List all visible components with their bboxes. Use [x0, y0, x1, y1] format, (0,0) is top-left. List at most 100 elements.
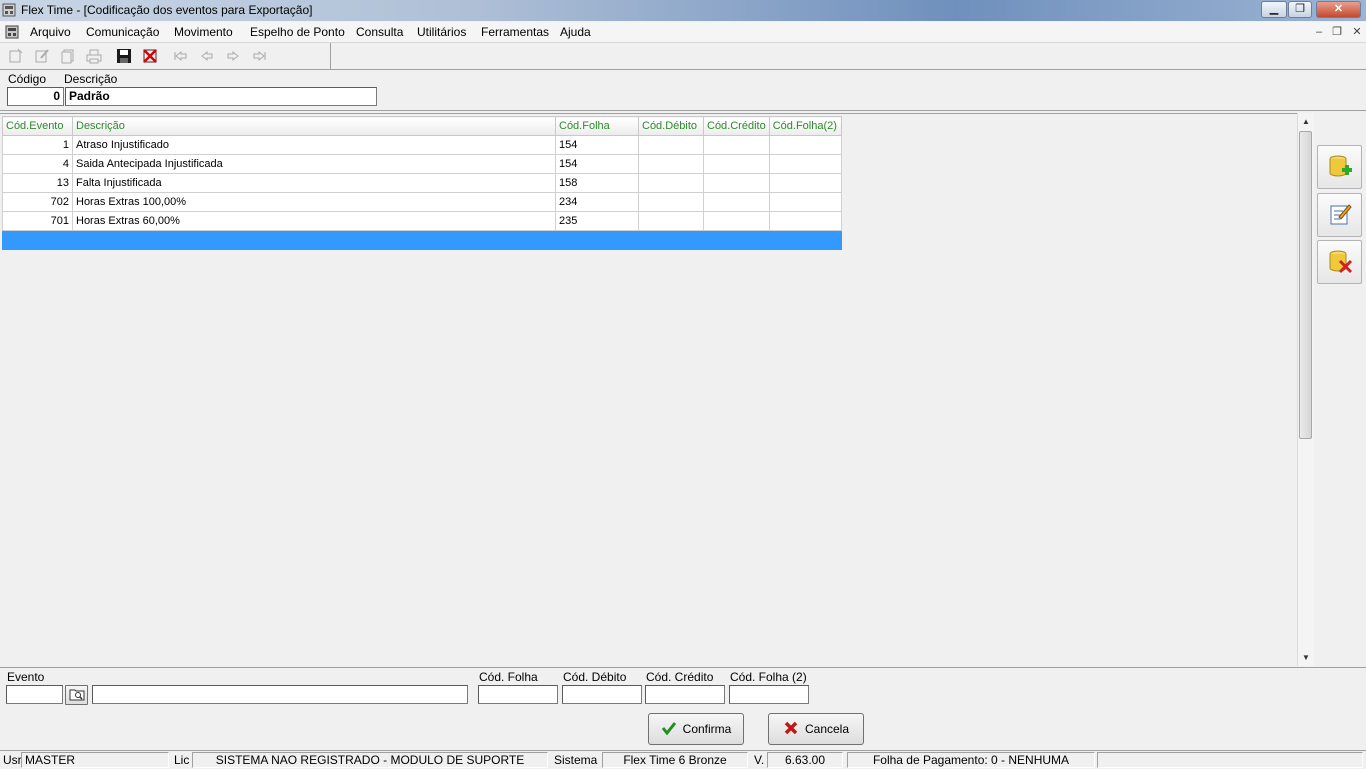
- cell-cod-credito: [703, 135, 770, 155]
- cell-cod-credito: [703, 230, 770, 250]
- cell-cod-evento: [2, 230, 73, 250]
- cell-descricao: Falta Injustificada: [72, 173, 556, 193]
- grid-vertical-scrollbar[interactable]: ▲ ▼: [1297, 113, 1314, 666]
- mdi-child-icon[interactable]: [4, 24, 20, 40]
- menu-ferramentas[interactable]: Ferramentas: [481, 25, 549, 39]
- cod-folha2-input[interactable]: [729, 685, 809, 704]
- cell-cod-debito: [638, 211, 704, 231]
- edit-record-button[interactable]: [1317, 193, 1362, 237]
- cod-folha-label: Cód. Folha: [479, 670, 538, 684]
- close-button[interactable]: ✕: [1316, 1, 1361, 18]
- next-icon[interactable]: [223, 46, 243, 66]
- app-icon[interactable]: [2, 3, 16, 17]
- status-usr-value: MASTER: [21, 752, 169, 768]
- first-icon[interactable]: [171, 46, 191, 66]
- column-cod-folha-2[interactable]: Cód.Folha(2): [768, 116, 842, 136]
- cell-cod-debito: [638, 173, 704, 193]
- cod-folha2-label: Cód. Folha (2): [730, 670, 807, 684]
- confirma-label: Confirma: [682, 722, 732, 736]
- cancela-button[interactable]: Cancela: [768, 713, 864, 745]
- mdi-close-button[interactable]: ✕: [1348, 24, 1366, 41]
- column-cod-evento[interactable]: Cód.Evento: [2, 116, 73, 136]
- cell-cod-credito: [703, 211, 770, 231]
- add-database-icon: [1327, 153, 1353, 182]
- column-descricao[interactable]: Descrição: [72, 116, 556, 136]
- cell-cod-folha-2: [768, 173, 842, 193]
- menu-movimento[interactable]: Movimento: [174, 25, 233, 39]
- table-row[interactable]: 701 Horas Extras 60,00% 235: [2, 211, 842, 231]
- column-cod-credito[interactable]: Cód.Crédito: [703, 116, 770, 136]
- mdi-minimize-button[interactable]: –: [1310, 24, 1328, 41]
- cell-cod-debito: [638, 154, 704, 174]
- cell-cod-evento: 4: [2, 154, 73, 174]
- toolbar: [0, 43, 1366, 70]
- cod-debito-label: Cód. Débito: [563, 670, 627, 684]
- menu-comunicacao[interactable]: Comunicação: [86, 25, 159, 39]
- cell-descricao: Atraso Injustificado: [72, 135, 556, 155]
- cell-descricao: Saida Antecipada Injustificada: [72, 154, 556, 174]
- status-usr-label: Usr: [3, 753, 22, 767]
- events-grid[interactable]: Cód.Evento Descrição Cód.Folha Cód.Débit…: [0, 113, 1313, 668]
- copy-record-icon[interactable]: [58, 46, 78, 66]
- menu-bar: Arquivo Comunicação Movimento Espelho de…: [0, 22, 1366, 43]
- menu-ajuda[interactable]: Ajuda: [560, 25, 591, 39]
- table-row-selected[interactable]: [2, 230, 842, 250]
- table-row[interactable]: 13 Falta Injustificada 158: [2, 173, 842, 193]
- table-row[interactable]: 4 Saida Antecipada Injustificada 154: [2, 154, 842, 174]
- delete-icon[interactable]: [140, 46, 160, 66]
- menu-utilitarios[interactable]: Utilitários: [417, 25, 466, 39]
- add-record-button[interactable]: [1317, 145, 1362, 189]
- cell-cod-credito: [703, 173, 770, 193]
- mdi-restore-button[interactable]: ❐: [1328, 24, 1346, 41]
- evento-code-input[interactable]: [6, 685, 63, 704]
- cell-cod-debito: [638, 192, 704, 212]
- cod-debito-input[interactable]: [562, 685, 642, 704]
- previous-icon[interactable]: [197, 46, 217, 66]
- evento-description-input[interactable]: [92, 685, 468, 704]
- events-table: Cód.Evento Descrição Cód.Folha Cód.Débit…: [2, 116, 842, 250]
- cell-cod-folha: 235: [555, 211, 639, 231]
- menu-espelho-de-ponto[interactable]: Espelho de Ponto: [250, 25, 345, 39]
- menu-consulta[interactable]: Consulta: [356, 25, 403, 39]
- cell-descricao: Horas Extras 60,00%: [72, 211, 556, 231]
- save-icon[interactable]: [114, 46, 134, 66]
- cell-cod-folha: [555, 230, 639, 250]
- table-row[interactable]: 702 Horas Extras 100,00% 234: [2, 192, 842, 212]
- menu-arquivo[interactable]: Arquivo: [30, 25, 71, 39]
- status-folha-value: Folha de Pagamento: 0 - NENHUMA: [847, 752, 1095, 768]
- cell-cod-evento: 1: [2, 135, 73, 155]
- cell-cod-credito: [703, 192, 770, 212]
- cod-credito-input[interactable]: [645, 685, 725, 704]
- cod-folha-input[interactable]: [478, 685, 558, 704]
- scroll-thumb[interactable]: [1299, 131, 1312, 439]
- confirma-button[interactable]: Confirma: [648, 713, 744, 745]
- toolbar-separator: [330, 43, 331, 69]
- descricao-label: Descrição: [64, 72, 118, 86]
- cell-cod-folha: 158: [555, 173, 639, 193]
- edit-record-icon[interactable]: [32, 46, 52, 66]
- cell-cod-folha-2: [768, 154, 842, 174]
- cell-cod-debito: [638, 230, 704, 250]
- cell-cod-folha: 154: [555, 135, 639, 155]
- cell-cod-folha: 234: [555, 192, 639, 212]
- scroll-down-icon[interactable]: ▼: [1298, 649, 1314, 666]
- descricao-field[interactable]: Padrão: [65, 87, 377, 106]
- delete-record-button[interactable]: [1317, 240, 1362, 284]
- scroll-up-icon[interactable]: ▲: [1298, 113, 1314, 130]
- record-actions-panel: [1314, 113, 1366, 667]
- column-cod-folha[interactable]: Cód.Folha: [555, 116, 639, 136]
- minimize-button[interactable]: ▁: [1261, 1, 1287, 18]
- evento-lookup-button[interactable]: [65, 685, 88, 705]
- status-sistema-value: Flex Time 6 Bronze: [602, 752, 748, 768]
- column-cod-debito[interactable]: Cód.Débito: [638, 116, 704, 136]
- cell-cod-folha-2: [768, 135, 842, 155]
- maximize-button[interactable]: ❐: [1288, 1, 1312, 18]
- cell-cod-debito: [638, 135, 704, 155]
- new-record-icon[interactable]: [6, 46, 26, 66]
- last-icon[interactable]: [249, 46, 269, 66]
- cancela-label: Cancela: [804, 722, 850, 736]
- status-bar: Usr MASTER Lic SISTEMA NAO REGISTRADO - …: [0, 750, 1366, 769]
- codigo-field[interactable]: 0: [7, 87, 64, 106]
- print-icon[interactable]: [84, 46, 104, 66]
- table-row[interactable]: 1 Atraso Injustificado 154: [2, 135, 842, 155]
